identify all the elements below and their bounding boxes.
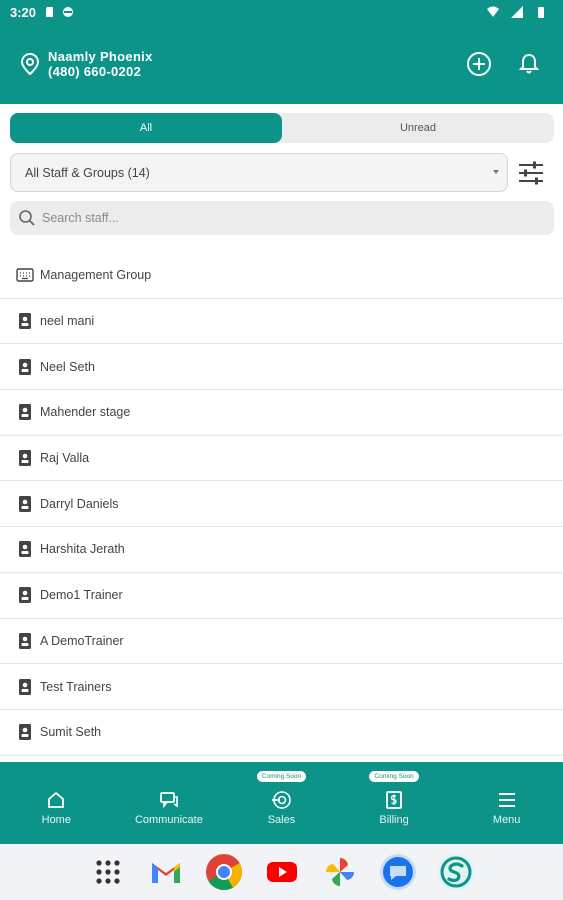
filter-settings-button[interactable] bbox=[516, 158, 546, 188]
battery-icon bbox=[538, 7, 544, 18]
notifications-button[interactable] bbox=[515, 50, 543, 78]
tab-switcher: All Unread bbox=[10, 113, 554, 143]
photos-icon bbox=[325, 857, 354, 887]
tune-icon bbox=[519, 161, 543, 184]
list-item-name: neel mani bbox=[40, 314, 95, 329]
tab-unread[interactable]: Unread bbox=[282, 113, 554, 143]
nav-billing-label: Billing bbox=[379, 813, 409, 826]
nav-home-label: Home bbox=[41, 813, 71, 826]
messages-icon bbox=[379, 854, 416, 890]
nav-sales[interactable]: Coming Soon Sales bbox=[225, 762, 338, 844]
list-item-name: Demo1 Trainer bbox=[40, 588, 123, 603]
add-circle-icon bbox=[467, 52, 491, 76]
app-grid-icon bbox=[95, 860, 120, 884]
coming-soon-badge: Coming Soon bbox=[369, 771, 419, 782]
location-info[interactable]: Naamly Phoenix (480) 660-0202 bbox=[48, 49, 153, 79]
signal-icon bbox=[511, 6, 523, 18]
bottom-navigation: Home Communicate Coming Soon Sales Comin… bbox=[0, 762, 563, 844]
sd-card-icon bbox=[46, 7, 54, 17]
nav-billing[interactable]: Coming Soon Billing bbox=[338, 762, 451, 844]
list-item[interactable]: Mahender stage bbox=[0, 390, 563, 436]
android-dock bbox=[0, 844, 563, 900]
youtube-app[interactable] bbox=[262, 852, 302, 892]
nav-home[interactable]: Home bbox=[0, 762, 113, 844]
sync-icon bbox=[63, 7, 74, 17]
contact-icon bbox=[16, 449, 34, 467]
contact-icon bbox=[16, 358, 34, 376]
gmail-app[interactable] bbox=[146, 852, 186, 892]
location-pin-icon bbox=[20, 52, 40, 76]
app-header: Naamly Phoenix (480) 660-0202 bbox=[0, 24, 563, 104]
list-item-name: Darryl Daniels bbox=[40, 496, 119, 511]
list-item[interactable]: neel mani bbox=[0, 299, 563, 345]
tab-all[interactable]: All bbox=[10, 113, 282, 143]
list-item[interactable]: Neel Seth bbox=[0, 344, 563, 391]
dropdown-selected-value: All Staff & Groups (14) bbox=[25, 165, 150, 180]
sales-icon bbox=[270, 789, 292, 811]
list-item[interactable]: Harshita Jerath bbox=[0, 527, 563, 573]
add-button[interactable] bbox=[465, 50, 493, 78]
youtube-icon bbox=[266, 862, 297, 882]
list-item-name: Management Group bbox=[40, 268, 152, 283]
contact-icon bbox=[16, 723, 34, 741]
nav-communicate-label: Communicate bbox=[134, 813, 203, 826]
status-bar: 3:20 bbox=[0, 0, 563, 24]
contact-icon bbox=[16, 495, 34, 513]
menu-icon bbox=[496, 789, 518, 811]
status-time: 3:20 bbox=[10, 4, 37, 20]
contact-icon bbox=[16, 586, 34, 604]
location-name: Naamly Phoenix bbox=[48, 49, 153, 64]
staff-group-dropdown[interactable]: All Staff & Groups (14) bbox=[10, 153, 508, 192]
home-icon bbox=[45, 789, 67, 811]
list-item[interactable]: Demo1 Trainer bbox=[0, 573, 563, 619]
list-item-name: Raj Valla bbox=[40, 451, 90, 466]
location-phone: (480) 660-0202 bbox=[48, 64, 142, 79]
contact-icon bbox=[16, 632, 34, 650]
list-item-name: Test Trainers bbox=[40, 679, 112, 694]
chrome-icon bbox=[205, 854, 242, 891]
contact-icon bbox=[16, 540, 34, 558]
list-item[interactable]: Darryl Daniels bbox=[0, 481, 563, 528]
app-drawer-button[interactable] bbox=[88, 852, 128, 892]
contact-icon bbox=[16, 678, 34, 696]
list-item-name: Harshita Jerath bbox=[40, 542, 125, 557]
chrome-app[interactable] bbox=[204, 852, 244, 892]
filter-row: All Staff & Groups (14) bbox=[10, 153, 554, 192]
list-item-name: Mahender stage bbox=[40, 405, 131, 420]
search-bar bbox=[10, 201, 554, 235]
naamly-logo-icon bbox=[437, 854, 474, 890]
photos-app[interactable] bbox=[320, 852, 360, 892]
messages-app[interactable] bbox=[378, 852, 418, 892]
search-input[interactable] bbox=[42, 211, 522, 225]
list-item-name: A DemoTrainer bbox=[40, 633, 124, 648]
contact-icon bbox=[16, 403, 34, 421]
bell-icon bbox=[519, 53, 539, 74]
nav-menu[interactable]: Menu bbox=[450, 762, 563, 844]
list-item-name: Sumit Seth bbox=[40, 725, 102, 740]
dropdown-caret-icon bbox=[493, 170, 499, 174]
list-item[interactable]: Sumit Seth bbox=[0, 710, 563, 756]
list-item[interactable]: Raj Valla bbox=[0, 436, 563, 482]
nav-menu-label: Menu bbox=[492, 813, 521, 826]
search-icon bbox=[19, 210, 35, 226]
chat-icon bbox=[158, 789, 180, 811]
coming-soon-badge: Coming Soon bbox=[256, 771, 307, 782]
naamly-app[interactable] bbox=[436, 852, 476, 892]
list-item-name: Neel Seth bbox=[40, 359, 95, 374]
list-item[interactable]: Test Trainers bbox=[0, 664, 563, 710]
billing-icon bbox=[383, 789, 405, 811]
list-item[interactable]: Management Group bbox=[0, 253, 563, 299]
list-item[interactable]: A DemoTrainer bbox=[0, 619, 563, 665]
staff-list: Management Group neel mani Neel Seth Mah… bbox=[0, 253, 563, 760]
nav-sales-label: Sales bbox=[267, 813, 296, 826]
contact-icon bbox=[16, 312, 34, 330]
wifi-icon bbox=[487, 6, 499, 17]
keyboard-icon bbox=[16, 266, 34, 284]
nav-communicate[interactable]: Communicate bbox=[113, 762, 226, 844]
gmail-icon bbox=[151, 863, 180, 883]
